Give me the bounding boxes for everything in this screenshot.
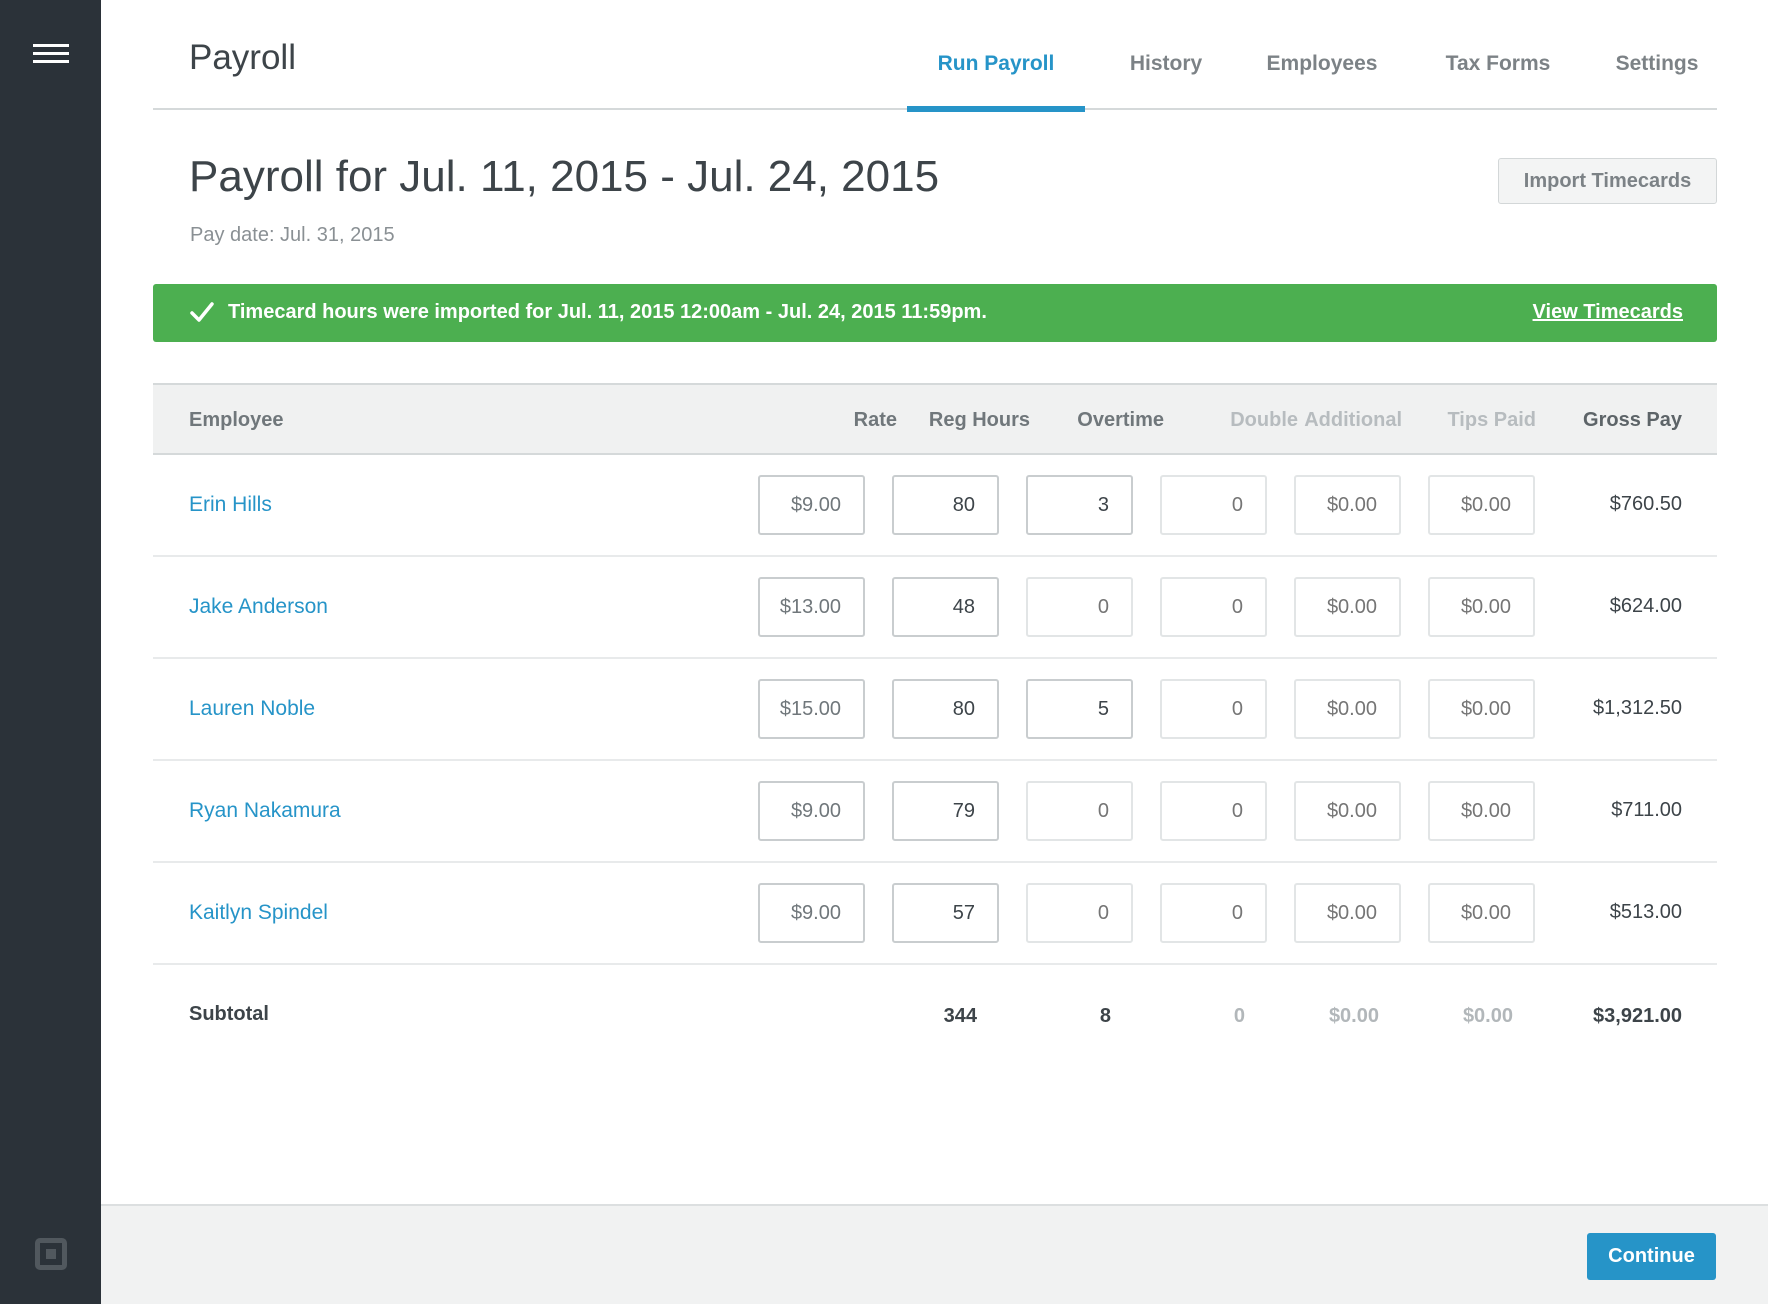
subtotal-reg-hours: 344 bbox=[943, 1005, 977, 1027]
employee-name-link[interactable]: Kaitlyn Spindel bbox=[189, 901, 328, 925]
tab-employees[interactable]: Employees bbox=[1247, 52, 1397, 110]
reg-hours-input[interactable] bbox=[892, 781, 999, 841]
gross-pay: $760.50 bbox=[1609, 493, 1682, 515]
overtime-input[interactable] bbox=[1026, 577, 1133, 637]
employee-name-link[interactable]: Erin Hills bbox=[189, 493, 272, 517]
hamburger-menu-icon[interactable] bbox=[33, 42, 69, 64]
tab-tax-forms[interactable]: Tax Forms bbox=[1423, 52, 1573, 110]
column-header-overtime: Overtime bbox=[1077, 409, 1164, 431]
rate-input[interactable] bbox=[758, 577, 865, 637]
gross-pay: $513.00 bbox=[1609, 901, 1682, 923]
column-header-employee: Employee bbox=[189, 409, 284, 431]
employee-name-link[interactable]: Jake Anderson bbox=[189, 595, 328, 619]
employee-name-link[interactable]: Lauren Noble bbox=[189, 697, 315, 721]
overtime-input[interactable] bbox=[1026, 781, 1133, 841]
tips-paid-input[interactable] bbox=[1428, 781, 1535, 841]
table-header: Employee Rate Reg Hours Overtime Double … bbox=[153, 383, 1717, 455]
banner-message: Timecard hours were imported for Jul. 11… bbox=[228, 301, 987, 323]
additional-input[interactable] bbox=[1294, 883, 1401, 943]
header: Payroll Run Payroll History Employees Ta… bbox=[153, 0, 1717, 112]
table-row: Ryan Nakamura $711.00 bbox=[153, 761, 1717, 863]
table-row: Kaitlyn Spindel $513.00 bbox=[153, 863, 1717, 965]
subtotal-tips-paid: $0.00 bbox=[1462, 1005, 1513, 1027]
table-row: Jake Anderson $624.00 bbox=[153, 557, 1717, 659]
subtotal-overtime: 8 bbox=[1099, 1005, 1111, 1027]
subtotal-gross-pay: $3,921.00 bbox=[1593, 1005, 1682, 1027]
column-header-reg-hours: Reg Hours bbox=[928, 409, 1030, 431]
reg-hours-input[interactable] bbox=[892, 679, 999, 739]
continue-button[interactable]: Continue bbox=[1587, 1233, 1716, 1280]
payroll-table: Employee Rate Reg Hours Overtime Double … bbox=[153, 383, 1717, 1065]
additional-input[interactable] bbox=[1294, 679, 1401, 739]
tab-run-payroll[interactable]: Run Payroll bbox=[907, 52, 1085, 112]
sidebar bbox=[0, 0, 101, 1304]
gross-pay: $1,312.50 bbox=[1593, 697, 1682, 719]
tab-settings[interactable]: Settings bbox=[1601, 52, 1713, 110]
square-logo-icon[interactable] bbox=[35, 1238, 67, 1270]
subtotal-label: Subtotal bbox=[189, 1003, 269, 1025]
tips-paid-input[interactable] bbox=[1428, 475, 1535, 535]
rate-input[interactable] bbox=[758, 883, 865, 943]
double-input[interactable] bbox=[1160, 679, 1267, 739]
subtotal-double: 0 bbox=[1233, 1005, 1245, 1027]
subtotal-row: Subtotal 344 8 0 $0.00 $0.00 $3,921.00 bbox=[153, 965, 1717, 1065]
tips-paid-input[interactable] bbox=[1428, 883, 1535, 943]
rate-input[interactable] bbox=[758, 475, 865, 535]
overtime-input[interactable] bbox=[1026, 475, 1133, 535]
success-banner: Timecard hours were imported for Jul. 11… bbox=[153, 284, 1717, 342]
overtime-input[interactable] bbox=[1026, 679, 1133, 739]
import-timecards-button[interactable]: Import Timecards bbox=[1498, 158, 1717, 204]
overtime-input[interactable] bbox=[1026, 883, 1133, 943]
tips-paid-input[interactable] bbox=[1428, 679, 1535, 739]
hamburger-line bbox=[33, 44, 69, 47]
hamburger-line bbox=[33, 52, 69, 55]
tab-bar: Run Payroll History Employees Tax Forms … bbox=[153, 52, 1717, 112]
double-input[interactable] bbox=[1160, 475, 1267, 535]
column-header-tips-paid: Tips Paid bbox=[1447, 409, 1536, 431]
additional-input[interactable] bbox=[1294, 475, 1401, 535]
reg-hours-input[interactable] bbox=[892, 883, 999, 943]
column-header-gross-pay: Gross Pay bbox=[1583, 409, 1682, 431]
employee-name-link[interactable]: Ryan Nakamura bbox=[189, 799, 341, 823]
gross-pay: $711.00 bbox=[1611, 799, 1682, 821]
reg-hours-input[interactable] bbox=[892, 475, 999, 535]
gross-pay: $624.00 bbox=[1609, 595, 1682, 617]
table-row: Erin Hills $760.50 bbox=[153, 455, 1717, 557]
checkmark-icon bbox=[190, 302, 214, 322]
hamburger-line bbox=[33, 60, 69, 63]
additional-input[interactable] bbox=[1294, 577, 1401, 637]
rate-input[interactable] bbox=[758, 781, 865, 841]
double-input[interactable] bbox=[1160, 883, 1267, 943]
table-row: Lauren Noble $1,312.50 bbox=[153, 659, 1717, 761]
column-header-rate: Rate bbox=[853, 409, 897, 431]
pay-date: Pay date: Jul. 31, 2015 bbox=[190, 224, 395, 246]
additional-input[interactable] bbox=[1294, 781, 1401, 841]
subtotal-additional: $0.00 bbox=[1328, 1005, 1379, 1027]
rate-input[interactable] bbox=[758, 679, 865, 739]
reg-hours-input[interactable] bbox=[892, 577, 999, 637]
column-header-double: Double bbox=[1230, 409, 1298, 431]
page-title: Payroll for Jul. 11, 2015 - Jul. 24, 201… bbox=[189, 152, 940, 201]
double-input[interactable] bbox=[1160, 577, 1267, 637]
double-input[interactable] bbox=[1160, 781, 1267, 841]
footer-bar: Continue bbox=[101, 1204, 1768, 1304]
column-header-additional: Additional bbox=[1304, 409, 1402, 431]
tips-paid-input[interactable] bbox=[1428, 577, 1535, 637]
view-timecards-link[interactable]: View Timecards bbox=[1533, 301, 1683, 324]
tab-history[interactable]: History bbox=[1111, 52, 1221, 110]
